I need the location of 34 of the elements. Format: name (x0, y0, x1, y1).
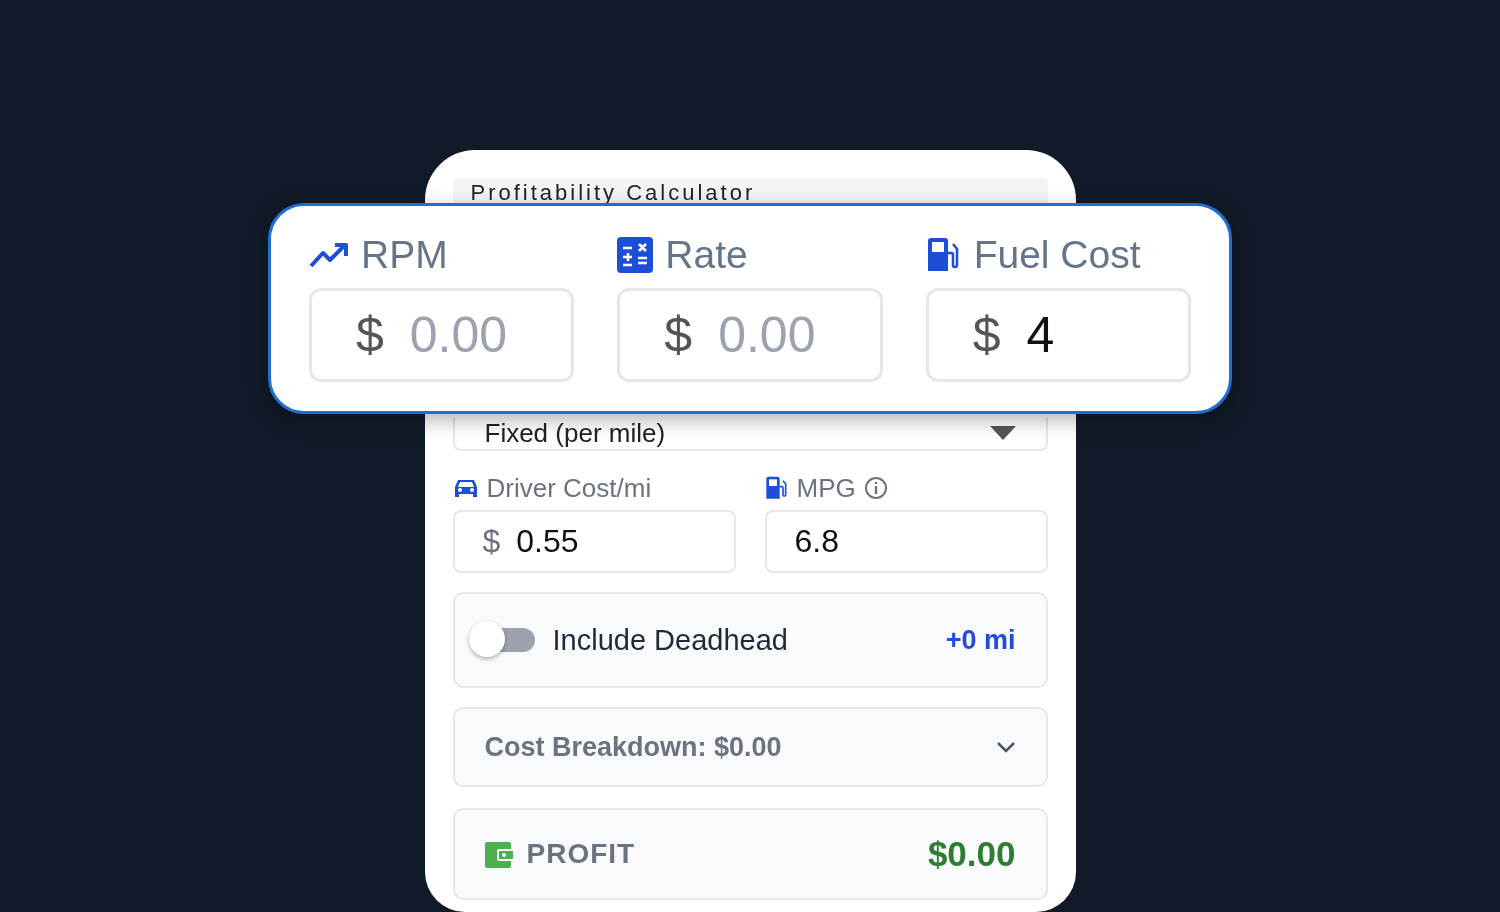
dollar-sign: $ (972, 306, 1001, 364)
rate-label: Rate (665, 233, 748, 277)
chevron-down-icon (995, 741, 1016, 753)
mpg-label: MPG (796, 472, 856, 504)
wallet-icon (484, 840, 515, 868)
fuel-cost-field[interactable]: $ 4 (925, 288, 1191, 382)
rpm-label: RPM (361, 233, 448, 277)
rate-input[interactable]: 0.00 (718, 306, 869, 364)
fuel-cost-input[interactable]: 4 (1026, 306, 1177, 364)
cost-breakdown-toggle[interactable]: Cost Breakdown: $0.00 (452, 707, 1048, 787)
trend-up-icon (309, 242, 349, 268)
dropdown-caret-icon (989, 426, 1016, 440)
deadhead-label: Include Deadhead (552, 623, 789, 657)
rate-field[interactable]: $ 0.00 (617, 288, 883, 382)
mpg-input[interactable]: 6.8 (794, 523, 1018, 560)
driver-cost-field[interactable]: $ 0.55 (452, 510, 736, 573)
calculator-icon (617, 237, 654, 273)
info-icon[interactable] (863, 476, 888, 500)
profit-label: PROFIT (526, 838, 637, 870)
dollar-sign: $ (664, 306, 693, 364)
rate-mode-dropdown[interactable]: Fixed (per mile) (452, 417, 1048, 451)
deadhead-toggle[interactable] (468, 621, 537, 659)
fuel-pump-icon (764, 476, 789, 500)
rpm-input[interactable]: 0.00 (409, 306, 560, 364)
deadhead-miles: +0 mi (945, 624, 1016, 656)
rpm-field[interactable]: $ 0.00 (309, 288, 575, 382)
driver-cost-input[interactable]: 0.55 (516, 523, 706, 560)
driver-cost-label: Driver Cost/mi (486, 472, 652, 504)
dollar-sign: $ (356, 306, 384, 364)
fuel-cost-label: Fuel Cost (973, 233, 1141, 277)
mpg-field[interactable]: 6.8 (764, 510, 1048, 573)
car-icon (452, 477, 479, 499)
dollar-sign: $ (482, 523, 501, 560)
profit-value: $0.00 (927, 834, 1016, 874)
